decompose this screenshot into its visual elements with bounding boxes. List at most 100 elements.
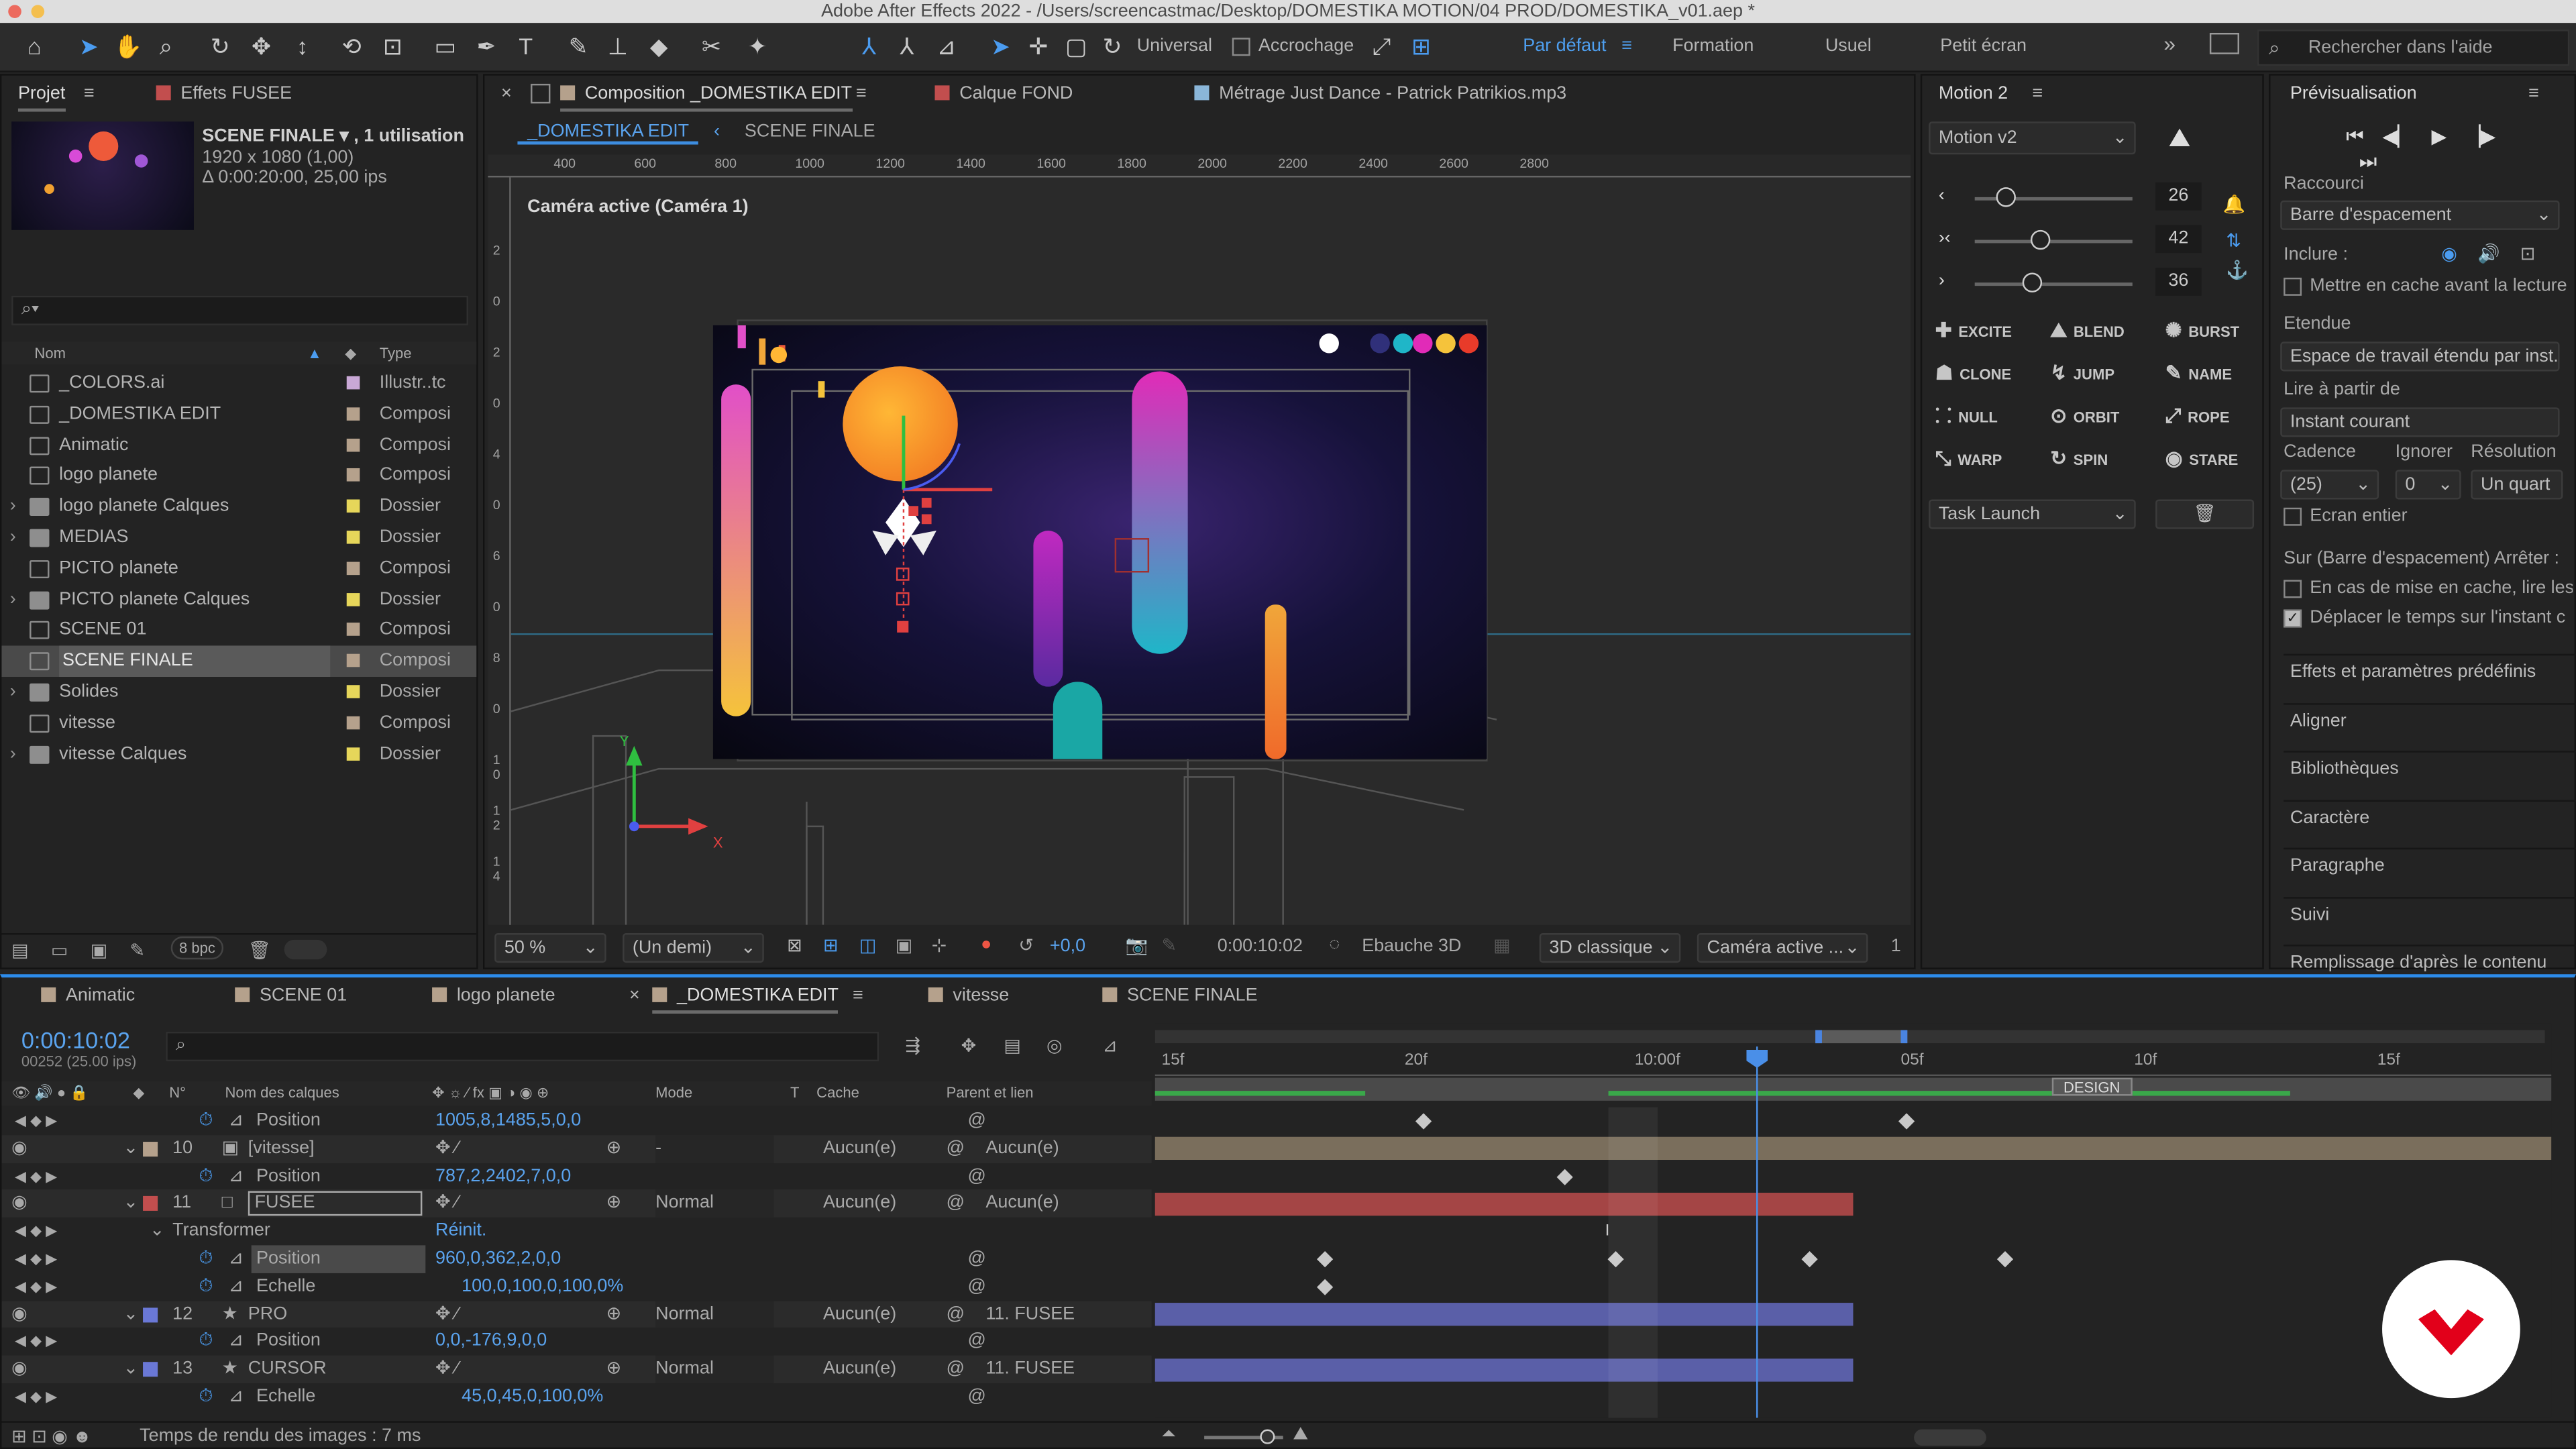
color-channels-icon[interactable]: ● (981, 934, 991, 954)
layer-label-swatch[interactable] (143, 1362, 158, 1377)
keyframe-icon[interactable] (1316, 1251, 1334, 1268)
blend-mode-dropdown[interactable]: - (655, 1134, 774, 1163)
trash-icon[interactable]: 🗑 (248, 940, 271, 961)
pickwhip-icon[interactable]: @ (947, 1135, 965, 1163)
draft-3d-icon[interactable]: ◌ (1329, 934, 1340, 954)
property-row[interactable]: ◀ ◆ ▶ ⏱ ⊿ Echelle 45,0,45,0,100,0% @ (1, 1383, 1151, 1411)
stopwatch-icon[interactable]: ⏱ (199, 1328, 213, 1356)
view-dropdown[interactable]: Caméra active ... ⌄ (1697, 933, 1868, 963)
include-overlays-icon[interactable]: ⊡ (2520, 243, 2536, 264)
panel-link[interactable]: Bibliothèques (2284, 751, 2576, 784)
slider-thumb[interactable] (2031, 229, 2051, 250)
project-item[interactable]: SCENE 01 Composi (1, 615, 476, 646)
graph-icon[interactable]: ⊿ (228, 1383, 244, 1411)
project-menu-icon[interactable]: ≡ (84, 76, 95, 112)
motion2-menu-icon[interactable]: ≡ (2032, 76, 2043, 112)
workspace-menu-icon[interactable]: ≡ (1621, 36, 1632, 56)
panel-link[interactable]: Paragraphe (2284, 847, 2576, 881)
3d-move-icon[interactable]: ✛ (1024, 32, 1053, 61)
layer-name[interactable]: CURSOR (248, 1356, 327, 1383)
expression-pickwhip-icon[interactable]: @ (967, 1383, 985, 1411)
tab-composition[interactable]: Composition _DOMESTIKA EDIT (560, 76, 853, 112)
label-color-swatch[interactable] (346, 654, 360, 667)
label-color-swatch[interactable] (346, 685, 360, 698)
project-item[interactable]: logo planete Composi (1, 461, 476, 492)
motion-stare-button[interactable]: ◉ STARE (2165, 443, 2239, 473)
workspace-small-screen[interactable]: Petit écran (1940, 36, 2027, 56)
stopwatch-icon[interactable]: ⏱ (199, 1383, 213, 1411)
expand-arrow-icon[interactable]: › (10, 492, 16, 523)
preview-menu-icon[interactable]: ≡ (2528, 76, 2539, 112)
comp-canvas[interactable]: Caméra active (Caméra 1) Y X (511, 177, 1911, 925)
slider-value-input[interactable]: 26 (2155, 182, 2202, 211)
motion-null-button[interactable]: ⸬ NULL (1935, 401, 1998, 431)
property-value[interactable]: 1005,8,1485,5,0,0 (435, 1108, 581, 1135)
twirl-down-icon[interactable]: ⌄ (123, 1301, 139, 1328)
layer-label-swatch[interactable] (143, 1141, 158, 1157)
switches-header-icon[interactable]: ✥ ☼ ⁄ fx ▣ ◑ ◉ ⊕ (432, 1081, 549, 1106)
property-value[interactable]: 100,0,100,0,100,0% (462, 1273, 623, 1300)
selection-tool-icon[interactable]: ➤ (74, 32, 103, 61)
layer-switches-icon[interactable]: ✥ ⁄ (435, 1135, 459, 1163)
viewer-timecode[interactable]: 0:00:10:02 (1218, 936, 1303, 956)
label-color-swatch[interactable] (346, 437, 360, 451)
task-dropdown[interactable]: Task Launch ⌄ (1929, 499, 2136, 529)
interpret-footage-icon[interactable]: ▤ (11, 940, 28, 961)
cadence-dropdown[interactable]: (25) ⌄ (2280, 470, 2379, 500)
column-type[interactable]: Type (380, 341, 412, 364)
view-axis-icon[interactable]: ⊿ (932, 32, 961, 61)
comp-mini-flowchart-icon[interactable]: ⇶ (905, 1035, 920, 1056)
layer-name[interactable]: FUSEE (248, 1191, 423, 1217)
keyframe-nav-icon[interactable]: ◀ ◆ ▶ (15, 1245, 57, 1273)
snap-options-icon[interactable]: ⤢ (1367, 32, 1397, 61)
close-tab-icon[interactable]: × (629, 977, 640, 1014)
project-item[interactable]: PICTO planete Composi (1, 553, 476, 584)
keyframe-nav-icon[interactable]: ◀ ◆ ▶ (15, 1383, 57, 1411)
layer-duration-bar[interactable] (1155, 1358, 1854, 1381)
tab-effects[interactable]: Effets FUSEE (156, 76, 292, 112)
motion-slider-2[interactable] (1974, 229, 2133, 250)
shortcut-dropdown[interactable]: Barre d'espacement ⌄ (2280, 200, 2560, 230)
label-color-swatch[interactable] (346, 376, 360, 390)
include-video-icon[interactable]: ◉ (2441, 243, 2457, 264)
time-graph[interactable]: 15f 20f 10:00f 05f 10f 15f DESIGN I (1155, 1023, 2552, 1418)
link-icon[interactable]: ⇅ (2226, 230, 2241, 251)
brush-tool-icon[interactable]: ✎ (564, 32, 593, 61)
universal-mode[interactable]: Universal (1137, 36, 1212, 56)
timeline-tab[interactable]: Animatic (41, 977, 135, 1014)
motion-jump-button[interactable]: ↯ JUMP (2050, 358, 2114, 388)
col-t[interactable]: T (790, 1081, 799, 1106)
timeline-tab[interactable]: SCENE 01 (235, 977, 347, 1014)
stopwatch-icon[interactable]: ⏱ (199, 1245, 213, 1273)
slider-value-input[interactable]: 42 (2155, 225, 2202, 254)
property-value[interactable]: 960,0,362,2,0,0 (435, 1245, 561, 1273)
close-window-button[interactable] (8, 5, 21, 18)
text-tool-icon[interactable]: T (511, 32, 541, 61)
keyframe-icon[interactable] (1556, 1168, 1573, 1185)
fullscreen-checkbox[interactable] (2284, 507, 2302, 526)
twirl-down-icon[interactable]: ⌄ (150, 1218, 165, 1245)
tab-motion2[interactable]: Motion 2 (1939, 76, 2008, 112)
twirl-down-icon[interactable]: ⌄ (123, 1135, 139, 1163)
col-parent[interactable]: Parent et lien (947, 1081, 1034, 1106)
property-value[interactable]: 787,2,2402,7,0,0 (435, 1163, 571, 1190)
draft-3d-timeline-icon[interactable]: ✥ (961, 1035, 977, 1056)
tab-footage[interactable]: Métrage Just Dance - Patrick Patrikios.m… (1194, 76, 1566, 112)
property-row[interactable]: ◀ ◆ ▶ ⏱ ⊿ Echelle 100,0,100,0,100,0% @ (1, 1273, 1151, 1300)
anchor-tool-icon[interactable]: ⊡ (378, 32, 407, 61)
slider-value-input[interactable]: 36 (2155, 268, 2202, 296)
project-search-input[interactable]: ⌕▾ (11, 295, 468, 325)
extended-viewer-icon[interactable]: ▦ (1493, 934, 1510, 956)
panel-link[interactable]: Effets et paramètres prédéfinis (2284, 653, 2576, 687)
twirl-down-icon[interactable]: ⌄ (123, 1356, 139, 1383)
expression-pickwhip-icon[interactable]: @ (967, 1163, 985, 1190)
puppet-tool-icon[interactable]: ✦ (743, 32, 772, 61)
expand-arrow-icon[interactable]: › (10, 739, 16, 769)
tab-layer[interactable]: Calque FOND (934, 76, 1073, 112)
3d-layer-icon[interactable]: ⊕ (606, 1356, 622, 1383)
layer-duration-bar[interactable] (1155, 1303, 1854, 1326)
col-cache[interactable]: Cache (816, 1081, 859, 1106)
graph-editor-icon[interactable]: ⊿ (1102, 1035, 1118, 1056)
design-marker[interactable]: DESIGN (2051, 1077, 2132, 1096)
pickwhip-icon[interactable]: @ (947, 1301, 965, 1328)
